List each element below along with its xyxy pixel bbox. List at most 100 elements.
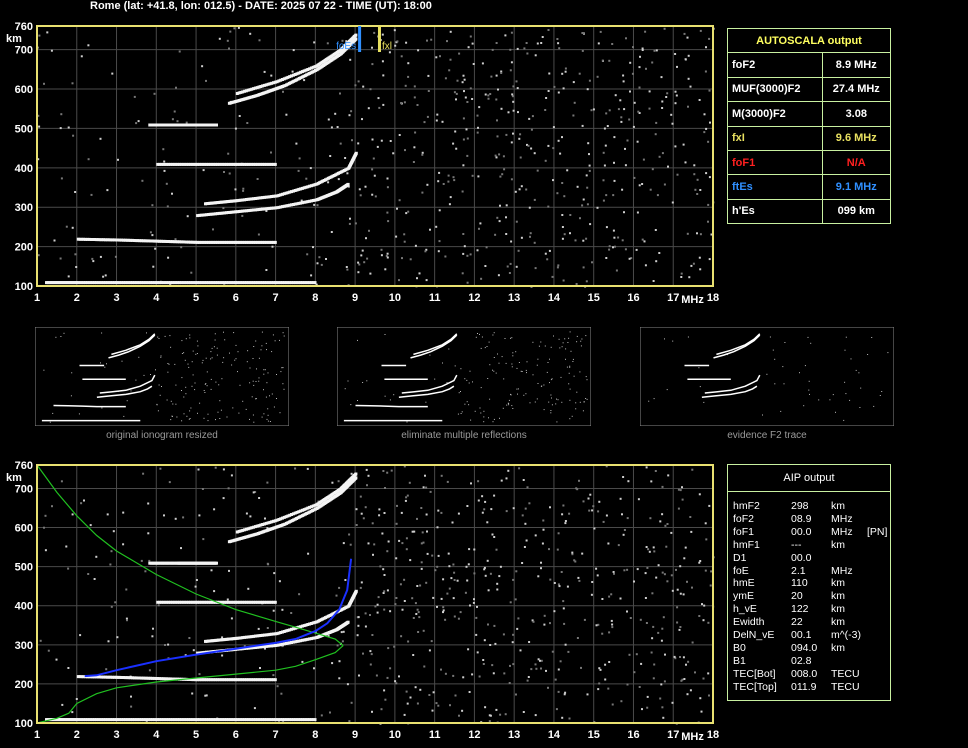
noise-dot bbox=[395, 682, 398, 685]
noise-dot bbox=[205, 79, 207, 82]
noise-dot bbox=[473, 548, 476, 551]
noise-dot bbox=[413, 146, 416, 149]
thumbnail-noise bbox=[224, 339, 226, 341]
noise-dot bbox=[404, 499, 407, 502]
noise-dot bbox=[398, 279, 400, 282]
noise-dot bbox=[692, 262, 695, 265]
noise-dot bbox=[67, 126, 70, 129]
noise-dot bbox=[664, 653, 666, 656]
noise-dot bbox=[205, 694, 208, 697]
noise-dot bbox=[588, 153, 590, 156]
noise-dot bbox=[190, 271, 193, 274]
noise-dot bbox=[644, 30, 647, 33]
noise-dot bbox=[478, 227, 480, 230]
noise-dot bbox=[330, 231, 333, 233]
noise-dot bbox=[387, 540, 390, 543]
aip-cell: 22 bbox=[791, 616, 803, 629]
thumbnail-noise bbox=[189, 410, 191, 412]
thumbnail-noise bbox=[512, 352, 514, 354]
noise-dot bbox=[675, 94, 678, 97]
x-tick-label: 17 bbox=[667, 292, 679, 304]
thumbnail-noise bbox=[466, 379, 468, 381]
noise-dot bbox=[510, 141, 513, 144]
thumbnail-noise bbox=[766, 373, 768, 375]
thumbnail-noise bbox=[229, 352, 230, 354]
noise-dot bbox=[384, 268, 387, 271]
noise-dot bbox=[601, 598, 604, 600]
noise-dot bbox=[674, 53, 677, 55]
noise-dot bbox=[676, 606, 679, 609]
x-tick-label: 8 bbox=[312, 292, 318, 304]
noise-dot bbox=[149, 231, 152, 234]
noise-dot bbox=[677, 507, 680, 510]
autoscala-row: MUF(3000)F2 27.4 MHz bbox=[727, 76, 892, 103]
noise-dot bbox=[641, 183, 644, 185]
noise-dot bbox=[602, 179, 605, 182]
thumbnail-noise bbox=[150, 374, 151, 375]
noise-dot bbox=[698, 493, 701, 496]
noise-dot bbox=[386, 256, 389, 259]
noise-dot bbox=[686, 693, 689, 696]
noise-dot bbox=[526, 679, 529, 682]
noise-dot bbox=[457, 512, 460, 515]
noise-dot bbox=[186, 215, 189, 218]
thumbnail-noise bbox=[569, 366, 571, 368]
noise-dot bbox=[346, 172, 349, 175]
noise-dot bbox=[561, 513, 564, 516]
noise-dot bbox=[683, 32, 686, 35]
noise-dot bbox=[226, 39, 229, 42]
noise-dot bbox=[47, 649, 50, 652]
noise-dot bbox=[703, 113, 706, 116]
noise-dot bbox=[608, 109, 611, 112]
noise-dot bbox=[359, 586, 362, 589]
thumbnail-noise bbox=[234, 359, 236, 361]
noise-dot bbox=[522, 479, 525, 481]
noise-dot bbox=[381, 60, 384, 63]
noise-dot bbox=[534, 714, 537, 717]
noise-dot bbox=[426, 530, 428, 533]
noise-dot bbox=[419, 688, 422, 691]
noise-dot bbox=[571, 551, 574, 554]
noise-dot bbox=[349, 217, 351, 220]
noise-dot bbox=[195, 579, 198, 581]
noise-dot bbox=[191, 692, 194, 695]
thumbnail-noise bbox=[506, 404, 508, 406]
thumbnail-noise bbox=[567, 342, 569, 343]
noise-dot bbox=[481, 62, 484, 65]
noise-dot bbox=[122, 543, 125, 546]
noise-dot bbox=[518, 137, 521, 140]
noise-dot bbox=[478, 106, 481, 109]
thumbnail-noise bbox=[699, 386, 701, 388]
thumbnail-noise bbox=[516, 388, 518, 390]
noise-dot bbox=[650, 480, 653, 483]
noise-dot bbox=[371, 193, 374, 196]
noise-dot bbox=[612, 571, 615, 573]
noise-dot bbox=[562, 504, 565, 507]
noise-dot bbox=[462, 164, 465, 167]
noise-dot bbox=[356, 634, 359, 637]
noise-dot bbox=[448, 587, 451, 590]
noise-dot bbox=[242, 187, 245, 190]
thumbnail-noise bbox=[158, 384, 160, 386]
noise-dot bbox=[562, 600, 565, 603]
thumbnail-noise bbox=[547, 362, 549, 363]
thumbnail-noise bbox=[442, 362, 443, 364]
thumbnail-noise bbox=[267, 420, 269, 422]
noise-dot bbox=[393, 645, 396, 648]
thumbnail-noise bbox=[488, 417, 489, 419]
noise-dot bbox=[79, 634, 82, 637]
noise-dot bbox=[512, 132, 514, 135]
noise-dot bbox=[99, 255, 102, 258]
thumbnail-noise bbox=[393, 394, 395, 396]
noise-dot bbox=[359, 495, 362, 498]
noise-dot bbox=[227, 487, 230, 490]
thumbnail-noise bbox=[265, 396, 267, 398]
noise-dot bbox=[440, 474, 443, 477]
noise-dot bbox=[405, 41, 408, 44]
thumbnail-noise bbox=[176, 416, 178, 418]
noise-dot bbox=[708, 694, 710, 697]
thumbnail-noise bbox=[186, 415, 188, 417]
thumbnail-noise bbox=[493, 357, 495, 358]
noise-dot bbox=[684, 161, 687, 164]
thumbnail-noise bbox=[571, 415, 573, 417]
